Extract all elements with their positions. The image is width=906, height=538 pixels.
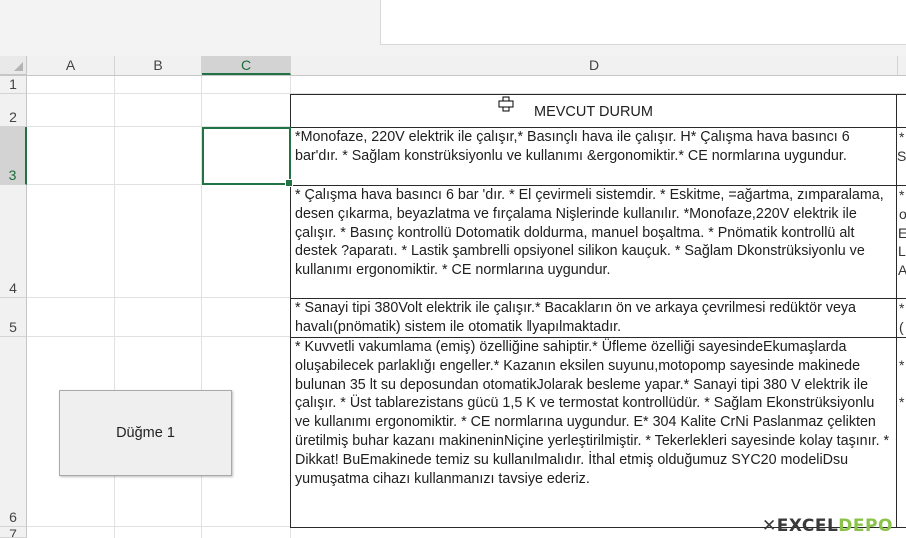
row-header-5[interactable]: 5: [0, 298, 27, 337]
row-header-2[interactable]: 2: [0, 94, 27, 127]
cell-e4-fragment: o: [897, 205, 906, 224]
select-all-triangle-icon: [14, 62, 23, 71]
move-cursor-icon: [498, 96, 514, 112]
cell-e4-fragment: A: [897, 261, 906, 280]
row-header-1[interactable]: 1: [0, 76, 27, 94]
cell-e6[interactable]: * *: [897, 337, 906, 528]
column-header-e[interactable]: [898, 56, 906, 75]
cell-e4-fragment: L: [898, 243, 906, 260]
logo-text-excel: EXCEL: [776, 516, 839, 536]
column-header-a[interactable]: A: [27, 56, 115, 75]
row-header-6[interactable]: 6: [0, 337, 27, 527]
excel-depo-logo: ✕EXCELDEPO: [762, 514, 906, 538]
cell-e5-fragment: *: [899, 300, 905, 316]
logo-mark-icon: ✕: [762, 516, 777, 536]
row-header-4[interactable]: 4: [0, 185, 27, 298]
column-header-c[interactable]: C: [202, 56, 291, 75]
cell-e2[interactable]: [897, 94, 906, 128]
cell-d6[interactable]: * Kuvvetli vakumlama (emiş) özelliğine s…: [290, 337, 897, 528]
cell-e6-fragment: *: [899, 393, 905, 410]
active-cell-c3[interactable]: [202, 127, 293, 187]
select-all-button[interactable]: [0, 56, 27, 75]
dugme-1-button[interactable]: Düğme 1: [59, 390, 232, 476]
cell-e6-fragment: *: [899, 357, 905, 373]
cell-d5[interactable]: * Sanayi tipi 380Volt elektrik ile çalış…: [290, 298, 897, 338]
dugme-1-button-label: Düğme 1: [116, 425, 175, 441]
cell-d2-header[interactable]: MEVCUT DURUM: [290, 94, 897, 128]
cell-e5-fragment: (: [899, 318, 904, 335]
formula-bar[interactable]: [380, 0, 906, 45]
cell-e3[interactable]: * S: [897, 127, 906, 186]
column-header-d[interactable]: D: [291, 56, 898, 75]
row-header-3[interactable]: 3: [0, 127, 27, 185]
cell-e3-fragment: S: [897, 147, 906, 164]
cell-e3-fragment: *: [899, 129, 905, 145]
ribbon-area: [0, 0, 906, 56]
cell-e5[interactable]: * (: [897, 298, 906, 338]
row-header-7[interactable]: 7: [0, 527, 27, 538]
cell-e4-fragment: *: [899, 187, 905, 203]
cell-e4-fragment: E: [897, 224, 906, 243]
cell-e4[interactable]: * o E L A: [897, 185, 906, 299]
cell-d3[interactable]: *Monofaze, 220V elektrik ile çalışır,* B…: [290, 127, 897, 186]
column-header-b[interactable]: B: [115, 56, 202, 75]
fill-handle[interactable]: [285, 179, 293, 187]
logo-text-depo: DEPO: [838, 516, 893, 536]
cell-d4[interactable]: * Çalışma hava basıncı 6 bar 'dır. * El …: [290, 185, 897, 299]
